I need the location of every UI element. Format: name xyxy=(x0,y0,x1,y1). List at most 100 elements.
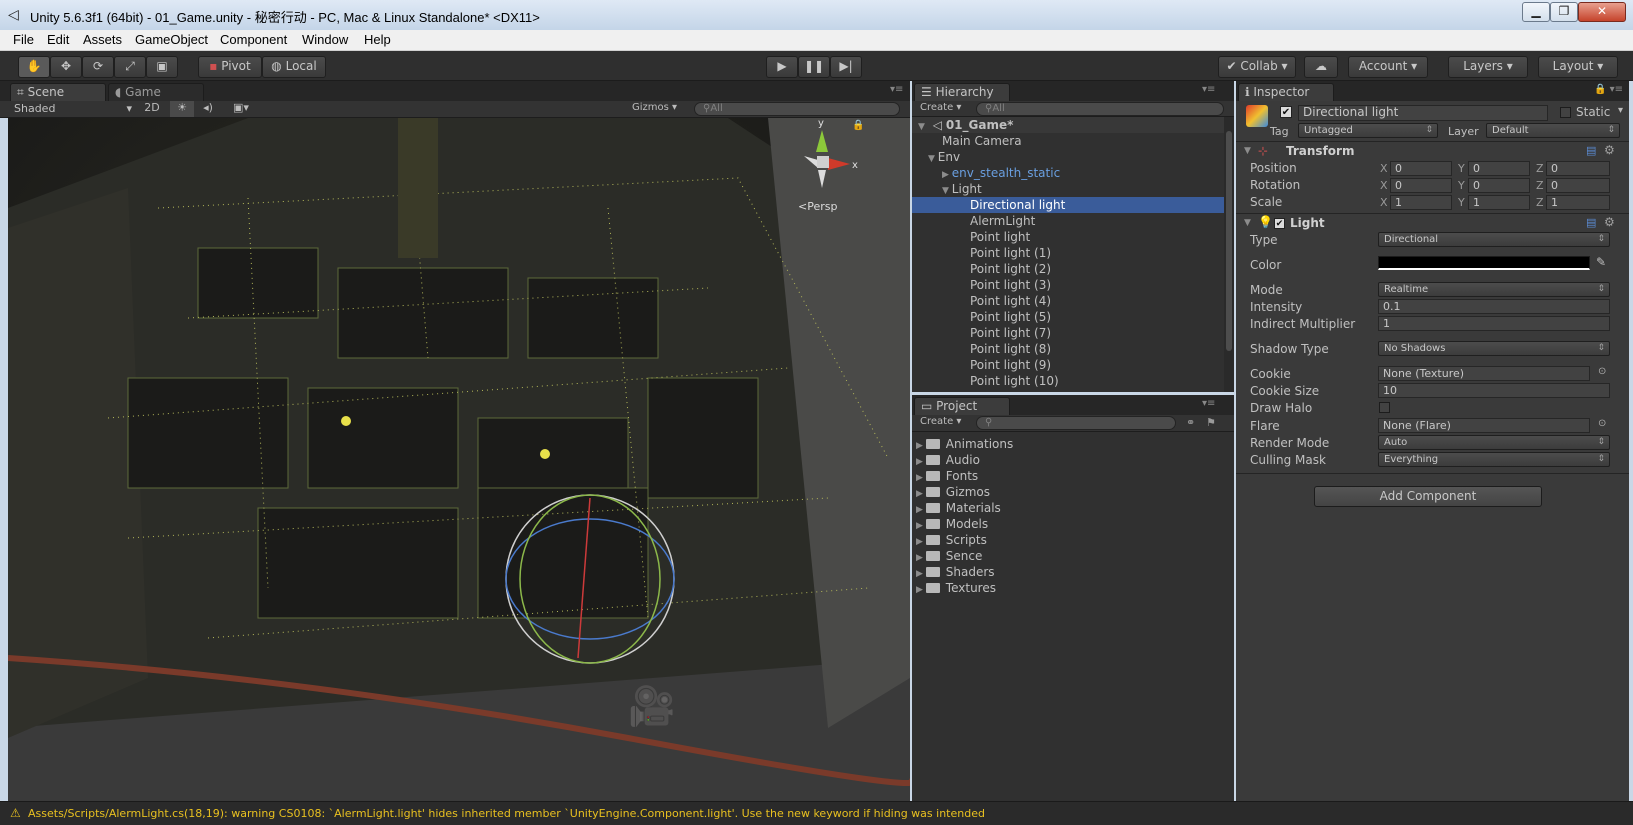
maximize-button[interactable]: ❐ xyxy=(1550,2,1578,22)
tree-item-env[interactable]: ▼ Env xyxy=(928,149,960,165)
project-create-dropdown[interactable]: Create ▾ xyxy=(920,416,961,427)
scale-y-field[interactable]: 1 xyxy=(1468,195,1530,210)
scene-viewport[interactable]: 🎥 y x <Persp 🔒 xyxy=(8,118,910,801)
layout-dropdown[interactable]: Layout ▾ xyxy=(1538,56,1618,78)
cookie-object-field[interactable]: None (Texture) xyxy=(1378,366,1590,381)
folder-fonts[interactable]: ▶ Fonts xyxy=(916,468,978,484)
persp-label[interactable]: <Persp xyxy=(798,200,837,213)
gizmos-dropdown[interactable]: Gizmos ▾ xyxy=(632,102,688,116)
light-enabled-checkbox[interactable]: ✔ xyxy=(1274,218,1285,229)
2d-toggle[interactable]: 2D xyxy=(138,101,166,117)
orientation-gizmo[interactable]: y x xyxy=(790,118,860,198)
tree-item-main-camera[interactable]: Main Camera xyxy=(942,133,1022,149)
folder-animations[interactable]: ▶ Animations xyxy=(916,436,1013,452)
project-menu-icon[interactable]: ▾≡ xyxy=(1202,398,1215,409)
tab-game[interactable]: ◖ Game xyxy=(108,83,204,101)
mode-dropdown[interactable]: Realtime xyxy=(1378,282,1610,297)
hierarchy-scrollbar[interactable] xyxy=(1224,117,1234,392)
culling-mask-dropdown[interactable]: Everything xyxy=(1378,452,1610,467)
tree-item-point-light[interactable]: Point light xyxy=(970,229,1030,245)
scene-root-row[interactable]: ▼ ◁ 01_Game* xyxy=(912,117,1224,133)
chevron-down-icon[interactable]: ▾ xyxy=(1618,105,1623,116)
folder-scripts[interactable]: ▶ Scripts xyxy=(916,532,987,548)
inspector-lock-icon[interactable]: 🔒 ▾≡ xyxy=(1594,84,1623,95)
type-dropdown[interactable]: Directional xyxy=(1378,232,1610,247)
tree-item-point-light-4[interactable]: Point light (4) xyxy=(970,293,1051,309)
hierarchy-create-dropdown[interactable]: Create ▾ xyxy=(920,102,961,113)
tab-inspector[interactable]: ℹ Inspector xyxy=(1238,83,1334,101)
shadow-type-dropdown[interactable]: No Shadows xyxy=(1378,341,1610,356)
menu-file[interactable]: File xyxy=(13,32,34,47)
intensity-field[interactable]: 0.1 xyxy=(1378,299,1610,314)
indirect-multiplier-field[interactable]: 1 xyxy=(1378,316,1610,331)
hierarchy-menu-icon[interactable]: ▾≡ xyxy=(1202,84,1215,95)
rotation-x-field[interactable]: 0 xyxy=(1390,178,1452,193)
position-x-field[interactable]: 0 xyxy=(1390,161,1452,176)
hierarchy-scrollbar-thumb[interactable] xyxy=(1226,131,1232,351)
rect-tool-icon[interactable]: ▣ xyxy=(146,56,178,78)
hand-tool-icon[interactable]: ✋ xyxy=(18,56,50,78)
cookie-size-field[interactable]: 10 xyxy=(1378,383,1610,398)
tree-item-point-light-2[interactable]: Point light (2) xyxy=(970,261,1051,277)
move-tool-icon[interactable]: ✥ xyxy=(50,56,82,78)
tab-project[interactable]: ▭ Project xyxy=(914,397,1010,415)
folder-models[interactable]: ▶ Models xyxy=(916,516,988,532)
status-bar[interactable]: ⚠ Assets/Scripts/AlermLight.cs(18,19): w… xyxy=(0,801,1633,825)
object-name-field[interactable]: Directional light xyxy=(1298,105,1548,121)
object-picker-icon[interactable]: ⊙ xyxy=(1598,418,1606,429)
flare-object-field[interactable]: None (Flare) xyxy=(1378,418,1590,433)
active-checkbox[interactable]: ✔ xyxy=(1280,106,1292,118)
tree-item-point-light-7[interactable]: Point light (7) xyxy=(970,325,1051,341)
lock-icon[interactable]: 🔒 xyxy=(852,120,864,131)
shading-mode-dropdown[interactable]: Shaded ▾ xyxy=(14,102,132,116)
filter-by-type-icon[interactable]: ⚭ xyxy=(1186,416,1195,429)
object-picker-icon[interactable]: ⊙ xyxy=(1598,366,1606,377)
tab-scene[interactable]: ⌗ Scene xyxy=(10,83,106,101)
filter-by-label-icon[interactable]: ⚑ xyxy=(1206,416,1216,429)
help-book-icon[interactable]: ▤ xyxy=(1586,144,1596,157)
tab-hierarchy[interactable]: ☰ Hierarchy xyxy=(914,83,1010,101)
effects-image-icon[interactable]: ▣▾ xyxy=(226,101,256,117)
tree-item-alermlight[interactable]: AlermLight xyxy=(970,213,1035,229)
play-button[interactable]: ▶ xyxy=(766,56,798,78)
menu-gameobject[interactable]: GameObject xyxy=(135,32,208,47)
camera-gizmo-icon[interactable]: 🎥 xyxy=(628,684,675,729)
gear-icon[interactable]: ⚙ xyxy=(1604,143,1615,157)
scale-tool-icon[interactable]: ⤢ xyxy=(114,56,146,78)
menu-help[interactable]: Help xyxy=(364,32,391,47)
minimize-button[interactable]: ▁ xyxy=(1522,2,1550,22)
pivot-toggle[interactable]: ▪ Pivot xyxy=(198,56,262,78)
account-dropdown[interactable]: Account ▾ xyxy=(1348,56,1428,78)
folder-materials[interactable]: ▶ Materials xyxy=(916,500,1001,516)
eyedropper-icon[interactable]: ✎ xyxy=(1596,255,1606,269)
tree-item-point-light-10[interactable]: Point light (10) xyxy=(970,373,1059,389)
scale-x-field[interactable]: 1 xyxy=(1390,195,1452,210)
position-y-field[interactable]: 0 xyxy=(1468,161,1530,176)
tree-item-point-light-5[interactable]: Point light (5) xyxy=(970,309,1051,325)
render-mode-dropdown[interactable]: Auto xyxy=(1378,435,1610,450)
add-component-button[interactable]: Add Component xyxy=(1314,486,1542,507)
light-header[interactable]: ▼ 💡 ✔ Light ▤ ⚙ xyxy=(1236,215,1629,233)
pause-button[interactable]: ❚❚ xyxy=(798,56,830,78)
menu-window[interactable]: Window xyxy=(302,32,348,47)
folder-sence[interactable]: ▶ Sence xyxy=(916,548,982,564)
rotation-y-field[interactable]: 0 xyxy=(1468,178,1530,193)
sun-lighting-icon[interactable]: ☀ xyxy=(170,101,194,117)
tree-item-env-stealth-static[interactable]: ▶ env_stealth_static xyxy=(942,165,1060,181)
tag-dropdown[interactable]: Untagged xyxy=(1298,123,1438,138)
scene-search-input[interactable]: ⚲All xyxy=(694,102,900,116)
rotation-z-field[interactable]: 0 xyxy=(1546,178,1610,193)
audio-icon[interactable]: ◂) xyxy=(196,101,220,117)
tree-item-point-light-8[interactable]: Point light (8) xyxy=(970,341,1051,357)
menu-assets[interactable]: Assets xyxy=(83,32,122,47)
position-z-field[interactable]: 0 xyxy=(1546,161,1610,176)
folder-gizmos[interactable]: ▶ Gizmos xyxy=(916,484,990,500)
hierarchy-search-input[interactable]: ⚲All xyxy=(976,102,1224,116)
transform-header[interactable]: ▼ ⊹ Transform ▤ ⚙ xyxy=(1236,143,1629,161)
tree-item-point-light-3[interactable]: Point light (3) xyxy=(970,277,1051,293)
collab-dropdown[interactable]: ✔ Collab ▾ xyxy=(1218,56,1296,78)
rotate-tool-icon[interactable]: ⟳ xyxy=(82,56,114,78)
menu-component[interactable]: Component xyxy=(220,32,287,47)
folder-textures[interactable]: ▶ Textures xyxy=(916,580,996,596)
cloud-icon[interactable]: ☁ xyxy=(1304,56,1338,78)
